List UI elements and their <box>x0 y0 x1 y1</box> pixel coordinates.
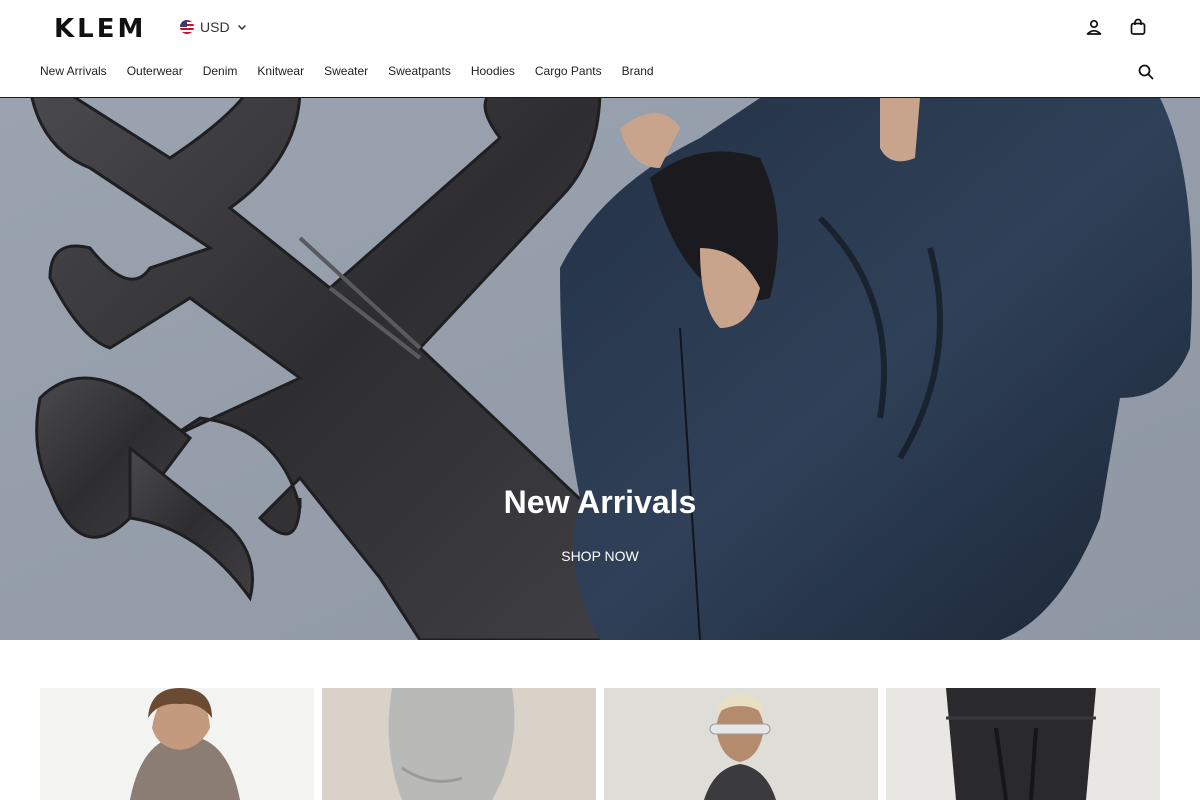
product-image <box>886 688 1160 800</box>
product-image <box>322 688 596 800</box>
brand-logo[interactable]: KLEM <box>54 14 146 44</box>
currency-selector[interactable]: USD <box>180 18 248 36</box>
nav-item-sweater[interactable]: Sweater <box>324 64 368 78</box>
main-nav: New Arrivals Outerwear Denim Knitwear Sw… <box>40 64 674 78</box>
shop-now-link[interactable]: SHOP NOW <box>540 548 660 564</box>
chevron-down-icon <box>237 24 246 31</box>
cart-icon[interactable] <box>1127 16 1149 38</box>
category-tile[interactable] <box>322 688 596 800</box>
category-tile[interactable] <box>40 688 314 800</box>
nav-item-outerwear[interactable]: Outerwear <box>127 64 183 78</box>
nav-item-sweatpants[interactable]: Sweatpants <box>388 64 451 78</box>
search-icon[interactable] <box>1135 61 1157 83</box>
nav-item-knitwear[interactable]: Knitwear <box>257 64 304 78</box>
category-tiles <box>40 688 1160 800</box>
category-tile[interactable] <box>886 688 1160 800</box>
hero-title: New Arrivals <box>503 484 697 520</box>
account-icon[interactable] <box>1083 16 1105 38</box>
currency-code: USD <box>200 19 230 35</box>
nav-item-hoodies[interactable]: Hoodies <box>471 64 515 78</box>
nav-item-new-arrivals[interactable]: New Arrivals <box>40 64 107 78</box>
us-flag-icon <box>180 20 194 34</box>
product-image <box>40 688 314 800</box>
nav-item-cargo-pants[interactable]: Cargo Pants <box>535 64 602 78</box>
category-tile[interactable] <box>604 688 878 800</box>
nav-item-brand[interactable]: Brand <box>622 64 654 78</box>
product-image <box>604 688 878 800</box>
hero-banner[interactable]: New Arrivals SHOP NOW <box>0 98 1200 640</box>
site-header: KLEM USD New Arrivals Outerwear Denim Kn… <box>0 0 1200 98</box>
nav-item-denim[interactable]: Denim <box>203 64 238 78</box>
